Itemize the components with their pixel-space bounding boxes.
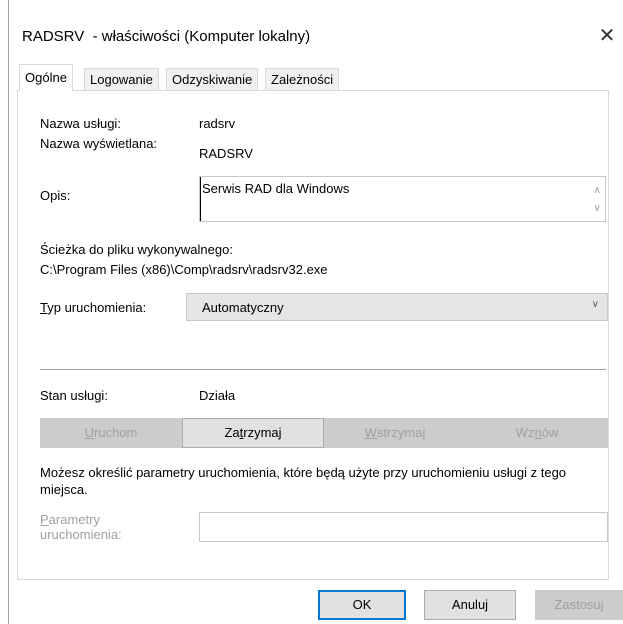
window-title: RADSRV - właściwości (Komputer lokalny) [22, 28, 311, 45]
chevron-down-icon: ∨ [591, 299, 599, 310]
start-parameters-label-line2: uruchomienia: [40, 527, 122, 542]
resume-button-pre: Wz [515, 425, 535, 440]
status-label: Stan usługi: [40, 388, 108, 403]
pause-button[interactable]: Wstrzymaj [324, 418, 466, 448]
description-text: Serwis RAD dla Windows [202, 181, 350, 196]
scroll-down-icon[interactable]: ∨ [594, 203, 601, 214]
tab-recovery[interactable]: Odzyskiwanie [166, 68, 259, 90]
service-name-label: Nazwa usługi: [40, 116, 121, 131]
start-parameters-hint: Możesz określić parametry uruchomienia, … [40, 465, 567, 497]
startup-type-select[interactable]: Automatyczny ∨ [186, 293, 608, 321]
service-name-value[interactable]: radsrv [199, 116, 235, 131]
tab-panel-general [17, 90, 609, 580]
start-button-accel: U [84, 425, 95, 440]
startup-type-label-rest: yp uruchomienia: [47, 300, 147, 315]
display-name-value[interactable]: RADSRV [199, 146, 253, 161]
scroll-up-icon[interactable]: ∧ [594, 185, 601, 196]
start-parameters-accel: P [40, 512, 49, 527]
startup-type-value: Automatyczny [202, 300, 284, 315]
path-label: Ścieżka do pliku wykonywalnego: [40, 242, 233, 257]
display-name-label: Nazwa wyświetlana: [40, 136, 158, 151]
close-button[interactable]: ✕ [594, 22, 620, 48]
close-icon: ✕ [598, 24, 616, 47]
start-button[interactable]: Uruchom [40, 418, 182, 448]
stop-button-post: rzymaj [243, 425, 282, 440]
resume-button-accel: n [534, 425, 542, 440]
start-parameters-label-line1: Parametry [40, 512, 122, 527]
start-parameters-label-rest: arametry [48, 512, 100, 527]
start-parameters-label: Parametry uruchomienia: [40, 512, 122, 542]
ok-button[interactable]: OK [318, 590, 406, 620]
path-value[interactable]: C:\Program Files (x86)\Comp\radsrv\radsr… [40, 262, 328, 277]
tab-logon[interactable]: Logowanie [84, 68, 159, 90]
startup-type-label: Typ uruchomienia: [40, 300, 146, 315]
text-caret [200, 177, 201, 221]
separator [40, 369, 606, 370]
description-field[interactable]: Serwis RAD dla Windows ∧ ∨ [199, 176, 606, 222]
apply-button[interactable]: Zastosuj [535, 590, 623, 620]
resume-button-post: ów [541, 425, 559, 440]
stop-button[interactable]: Zatrzymaj [182, 418, 324, 448]
start-button-post: ruchom [94, 425, 138, 440]
pause-button-post: strzymaj [376, 425, 426, 440]
background-strip [0, 0, 8, 624]
stop-button-pre: Za [224, 425, 240, 440]
description-label: Opis: [40, 188, 71, 203]
pause-button-accel: W [364, 425, 377, 440]
resume-button[interactable]: Wznów [466, 418, 608, 448]
start-parameters-input[interactable] [199, 512, 608, 542]
tab-general[interactable]: Ogólne [19, 64, 73, 91]
tab-dependencies[interactable]: Zależności [265, 68, 340, 90]
status-value: Działa [199, 388, 236, 403]
cancel-button[interactable]: Anuluj [424, 590, 516, 620]
